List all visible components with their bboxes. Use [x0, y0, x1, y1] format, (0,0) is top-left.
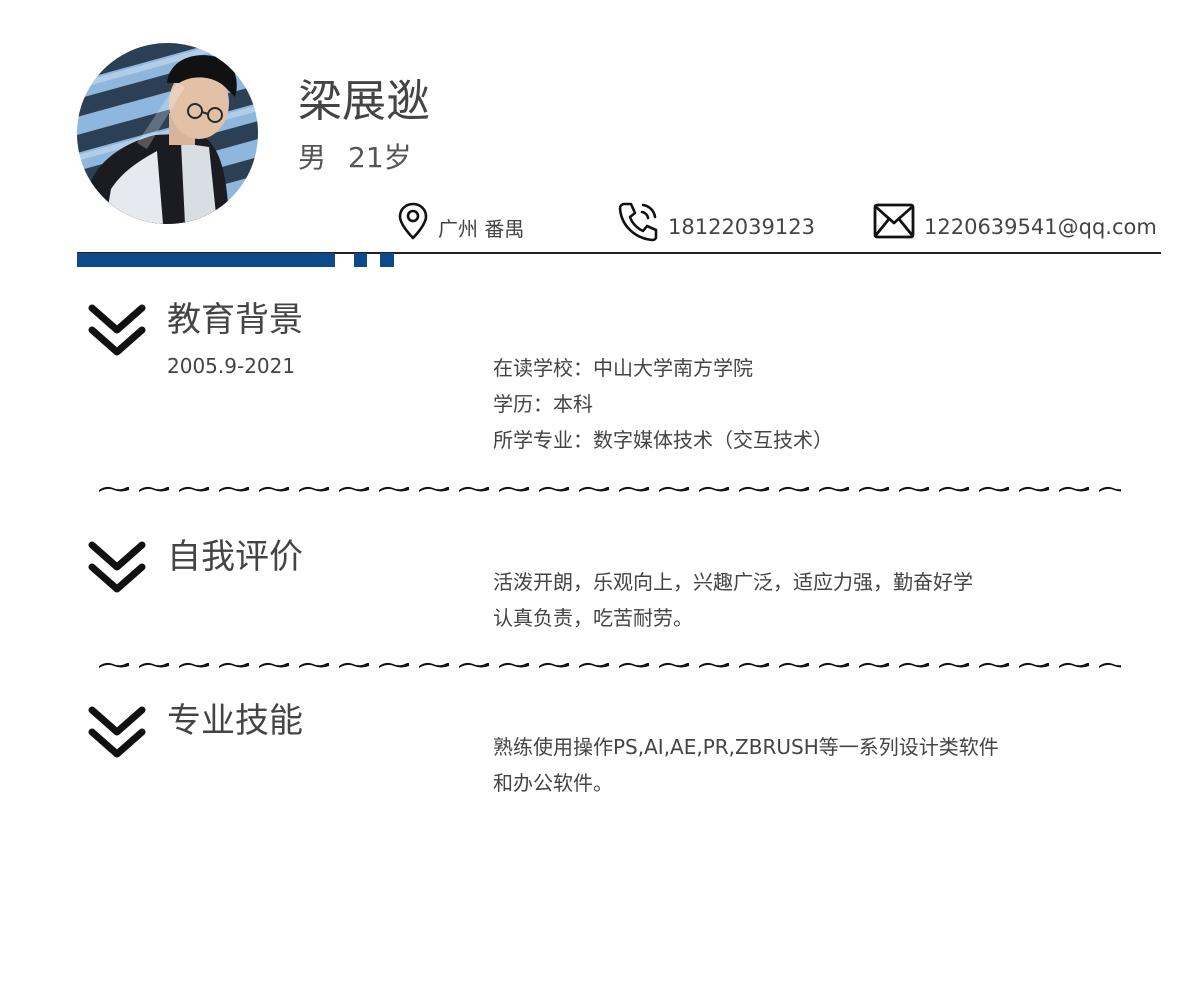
section-divider: [97, 485, 1121, 493]
self-evaluation-line: 认真负责，吃苦耐劳。: [493, 606, 693, 630]
gender: 男: [298, 141, 327, 174]
education-line: 所学专业：数字媒体技术（交互技术）: [493, 428, 833, 452]
contact-phone: 18122039123: [616, 200, 815, 242]
accent-bar: [354, 253, 367, 267]
education-line: 在读学校：中山大学南方学院: [493, 356, 753, 380]
phone-icon: [616, 200, 660, 242]
double-chevron-down-icon: [86, 702, 148, 762]
section-title-self-evaluation: 自我评价: [167, 537, 303, 577]
education-line: 学历：本科: [493, 392, 593, 416]
gender-age: 男 21岁: [298, 138, 412, 178]
location-text: 广州 番禺: [438, 216, 525, 241]
skills-details: 熟练使用操作PS,AI,AE,PR,ZBRUSH等一系列设计类软件 和办公软件。: [493, 729, 999, 801]
accent-bar: [77, 253, 335, 267]
mail-icon: [872, 202, 916, 240]
education-details: 在读学校：中山大学南方学院 学历：本科 所学专业：数字媒体技术（交互技术）: [493, 350, 833, 458]
skills-line: 和办公软件。: [493, 771, 613, 795]
email-address[interactable]: 1220639541@qq.com: [924, 215, 1157, 239]
map-pin-icon: [396, 201, 430, 241]
person-name: 梁展逖: [298, 76, 430, 127]
contact-email: 1220639541@qq.com: [872, 200, 1157, 242]
accent-bar: [380, 253, 394, 267]
age: 21岁: [348, 141, 412, 174]
self-evaluation-line: 活泼开朗，乐观向上，兴趣广泛，适应力强，勤奋好学: [493, 570, 973, 594]
double-chevron-down-icon: [86, 300, 148, 360]
self-evaluation-details: 活泼开朗，乐观向上，兴趣广泛，适应力强，勤奋好学 认真负责，吃苦耐劳。: [493, 564, 973, 636]
phone-number[interactable]: 18122039123: [668, 215, 815, 239]
contact-location: 广州 番禺: [396, 200, 524, 242]
avatar-photo: [77, 43, 258, 224]
section-divider: [97, 661, 1121, 669]
education-date: 2005.9-2021: [167, 354, 296, 378]
section-title-skills: 专业技能: [167, 701, 303, 741]
skills-line: 熟练使用操作PS,AI,AE,PR,ZBRUSH等一系列设计类软件: [493, 735, 999, 759]
section-title-education: 教育背景: [167, 300, 303, 340]
double-chevron-down-icon: [86, 537, 148, 597]
